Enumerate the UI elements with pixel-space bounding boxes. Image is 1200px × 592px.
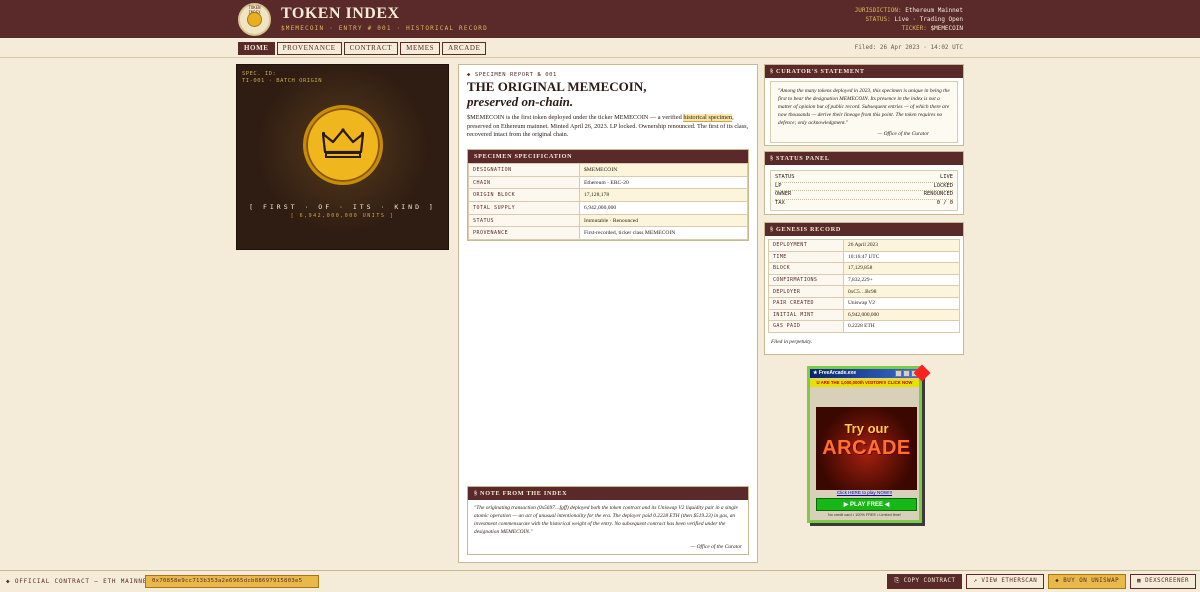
nav-contract[interactable]: CONTRACT bbox=[343, 42, 399, 55]
ad-line1: Try our bbox=[844, 421, 889, 436]
table-row: GAS PAID 0.2228 ETH bbox=[768, 320, 960, 333]
first-of-kind-label: [ FIRST · OF · ITS · KIND ] bbox=[249, 203, 436, 211]
header-meta: JURISDICTION: Ethereum Mainnet STATUS: L… bbox=[854, 7, 963, 32]
table-row: DEPLOYMENT 26 April 2023 bbox=[768, 239, 960, 252]
status-row: OWNER RENOUNCED bbox=[775, 191, 953, 200]
site-title: TOKEN INDEX bbox=[281, 5, 400, 22]
buy-uniswap-button[interactable]: ◆ BUY ON UNISWAP bbox=[1048, 574, 1127, 589]
genesis-title: § GENESIS RECORD bbox=[765, 223, 963, 236]
ad-footer-text: No credit card • 100% FREE • Limited tim… bbox=[828, 513, 901, 517]
status-row: STATUS LIVE bbox=[775, 174, 953, 183]
ad-visitor-strip[interactable]: U ARE THE 1,000,000th VISITOR!!! CLICK N… bbox=[810, 379, 919, 387]
table-row: PROVENANCE First-recorded, ticker class M… bbox=[468, 226, 748, 241]
table-row: PAIR CREATED Uniswap V2 bbox=[768, 296, 960, 310]
table-row: STATUS Immutable · Renounced bbox=[468, 213, 748, 228]
contract-address[interactable]: 0x70858e9cc713b353a2e6965dcb88697915803e… bbox=[145, 575, 319, 588]
genesis-record-panel: § GENESIS RECORD DEPLOYMENT 26 April 2023… bbox=[764, 222, 964, 355]
site-subtitle: $MEMECOIN · ENTRY # 001 · HISTORICAL REC… bbox=[281, 25, 488, 32]
contract-bar: ◆ OFFICIAL CONTRACT — ETH MAINNET 0x7085… bbox=[0, 570, 1200, 592]
copy-contract-button[interactable]: ⎘ COPY CONTRACT bbox=[887, 574, 963, 589]
view-etherscan-button[interactable]: ↗ VIEW ETHERSCAN bbox=[966, 574, 1045, 589]
table-row: TIME 10:16:47 UTC bbox=[768, 250, 960, 264]
table-row: DESIGNATION $MEMECOIN bbox=[468, 163, 748, 177]
nav-bar: HOME PROVENANCE CONTRACT MEMES ARCADE Fi… bbox=[0, 38, 1200, 58]
ad-line2: ARCADE bbox=[822, 437, 911, 459]
genesis-footer: Filed in perpetuity. bbox=[771, 338, 813, 345]
table-row: ORIGIN BLOCK 17,128,178 bbox=[468, 188, 748, 203]
maximize-icon[interactable] bbox=[903, 370, 910, 377]
ad-window-title: ★ FreeArcade.exe bbox=[813, 370, 857, 376]
specimen-spec-table: SPECIMEN SPECIFICATION DESIGNATION $MEMEC… bbox=[467, 149, 749, 242]
note-signature: — Office of the Curator bbox=[690, 544, 742, 550]
nav-memes[interactable]: MEMES bbox=[400, 42, 441, 55]
table-row: INITIAL MINT 6,942,000,000 bbox=[768, 308, 960, 322]
dexscreener-button[interactable]: ▦ DEXSCREENER bbox=[1130, 574, 1196, 589]
nav-home[interactable]: HOME bbox=[238, 42, 275, 55]
seal-logo[interactable]: TOKEN INDEX bbox=[238, 3, 271, 36]
filed-date: Filed: 26 Apr 2023 · 14:02 UTC bbox=[854, 44, 963, 51]
table-row: BLOCK 17,129,858 bbox=[768, 262, 960, 275]
status-row: TAX 0 / 0 bbox=[775, 199, 953, 206]
spec-id: SPEC. ID: TI-001 · BATCH ORIGIN bbox=[242, 71, 323, 84]
table-row: CONFIRMATIONS 7,832,229+ bbox=[768, 273, 960, 287]
curator-statement-panel: § CURATOR'S STATEMENT "Among the many to… bbox=[764, 64, 964, 146]
jurisdiction-value: Ethereum Mainnet bbox=[905, 7, 963, 14]
contract-label: ◆ OFFICIAL CONTRACT — ETH MAINNET bbox=[6, 578, 152, 585]
play-free-button[interactable]: ▶ PLAY FREE ◀ bbox=[816, 498, 917, 511]
seal-coin-icon bbox=[247, 12, 262, 27]
status-panel: § STATUS PANEL STATUS LIVE LP LOCKED OWNER… bbox=[764, 151, 964, 215]
table-row: TOTAL SUPPLY 6,942,000,000 bbox=[468, 201, 748, 215]
status-box: STATUS LIVE LP LOCKED OWNER RENOUNCED TAX 0 … bbox=[770, 170, 958, 211]
spec-table-title: SPECIMEN SPECIFICATION bbox=[468, 150, 748, 163]
status-value: Live · Trading Open bbox=[894, 16, 963, 23]
crown-coin-icon bbox=[303, 105, 383, 185]
note-from-index: § NOTE FROM THE INDEX "The originating t… bbox=[467, 486, 749, 555]
historical-specimen-highlight: historical specimen bbox=[683, 114, 733, 122]
nav-arcade[interactable]: ARCADE bbox=[442, 42, 487, 55]
curator-title: § CURATOR'S STATEMENT bbox=[765, 65, 963, 78]
units-label: [ 6,942,000,000 UNITS ] bbox=[290, 213, 395, 219]
report-title-italic: preserved on-chain. bbox=[467, 94, 574, 109]
curator-signature: — Office of the Curator bbox=[877, 131, 929, 137]
report-title: THE ORIGINAL MEMECOIN, bbox=[467, 79, 647, 94]
ticker-value: $MEMECOIN bbox=[930, 25, 963, 32]
specimen-report: ◆ SPECIMEN REPORT № 001 THE ORIGINAL MEM… bbox=[458, 64, 758, 563]
arcade-ad-popup[interactable]: ★ FreeArcade.exe U ARE THE 1,000,000th V… bbox=[807, 364, 931, 523]
curator-body: "Among the many tokens deployed in 2023,… bbox=[770, 81, 958, 143]
note-title: § NOTE FROM THE INDEX bbox=[468, 487, 748, 500]
status-row: LP LOCKED bbox=[775, 183, 953, 191]
minimize-icon[interactable] bbox=[895, 370, 902, 377]
arcade-banner-image[interactable]: Try our ARCADE bbox=[816, 407, 917, 490]
header-bar: TOKEN INDEX TOKEN INDEX $MEMECOIN · ENTR… bbox=[0, 0, 1200, 38]
note-body: "The originating transaction (0x5697…fgf… bbox=[474, 505, 738, 535]
token-specimen-image: SPEC. ID: TI-001 · BATCH ORIGIN [ FIRST … bbox=[236, 64, 449, 250]
table-row: DEPLOYER 0xC5…Bc98 bbox=[768, 285, 960, 298]
status-panel-title: § STATUS PANEL bbox=[765, 152, 963, 165]
report-tag: ◆ SPECIMEN REPORT № 001 bbox=[467, 72, 557, 78]
ad-window-titlebar[interactable]: ★ FreeArcade.exe bbox=[810, 369, 919, 378]
report-description: $MEMECOIN is the first token deployed un… bbox=[467, 114, 749, 138]
main-nav: HOME PROVENANCE CONTRACT MEMES ARCADE bbox=[238, 42, 487, 55]
ad-click-link[interactable]: Click HERE to play NOW!!! bbox=[810, 490, 919, 495]
nav-provenance[interactable]: PROVENANCE bbox=[276, 42, 342, 55]
table-row: CHAIN Ethereum · ERC-20 bbox=[468, 175, 748, 190]
